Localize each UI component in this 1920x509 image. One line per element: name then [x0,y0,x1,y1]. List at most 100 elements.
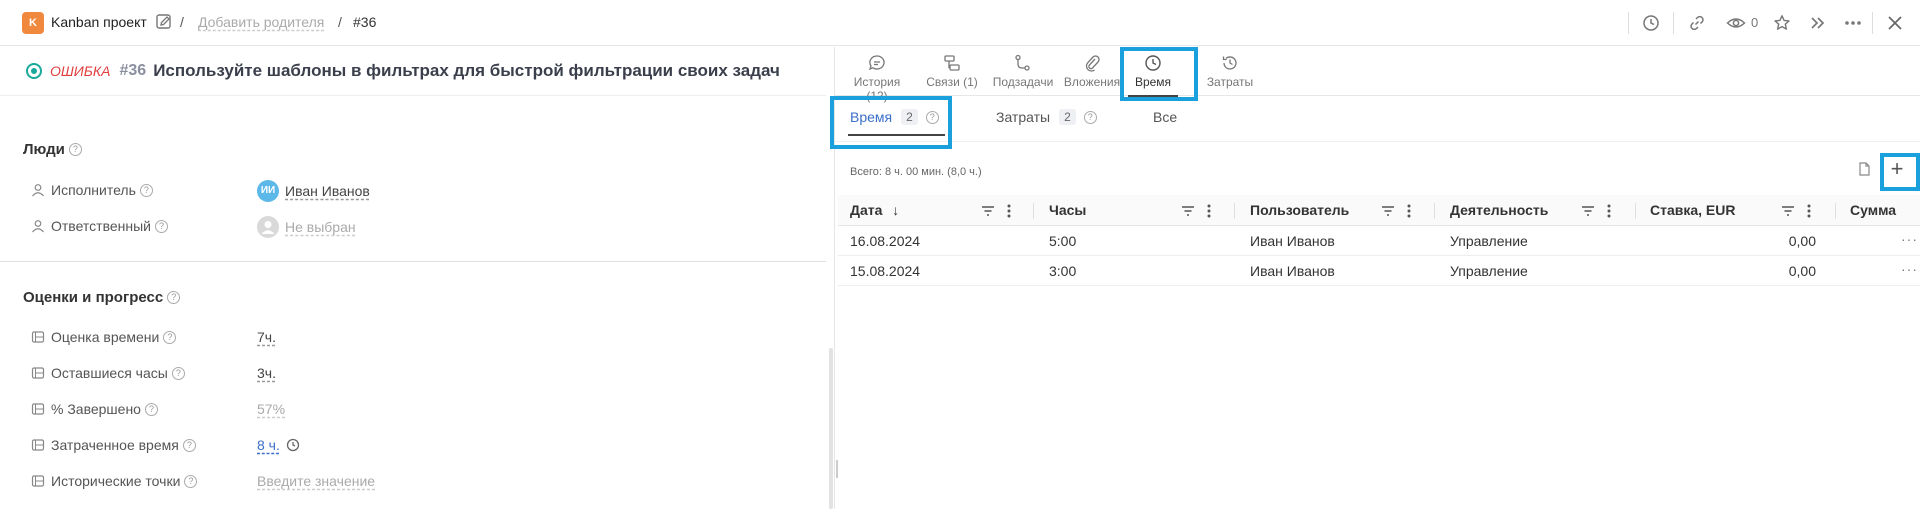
scrollbar[interactable] [829,348,833,509]
done-value[interactable]: 57% [257,401,285,417]
column-activity[interactable]: Деятельность [1450,195,1548,226]
label-text: Затраченное время [51,437,179,453]
filter-icon[interactable] [1580,204,1596,218]
filter-icon[interactable] [1780,204,1796,218]
responsible-value[interactable]: Не выбран [257,216,356,238]
field-label: % Завершено? [51,401,158,417]
sort-arrow-icon[interactable]: ↓ [892,202,899,218]
estimate-value[interactable]: 7ч. [257,329,276,345]
tab-label: Время [1134,75,1172,89]
help-icon[interactable]: ? [184,474,198,488]
chat-icon [868,54,886,72]
column-date[interactable]: Дата ↓ [850,195,899,226]
placeholder-text[interactable]: Введите значение [257,473,375,489]
kebab-icon[interactable] [1806,203,1812,219]
time-entries-table: Дата ↓ Часы Пользователь Деятельность Ст… [838,195,1920,286]
add-time-entry-button[interactable]: + [1882,155,1912,185]
tab-label: Связи (1) [926,75,978,89]
subtab-time[interactable]: Время 2 ? [848,109,945,136]
activity-panel: История (12) Связи (1) Подзадачи Вложени… [835,47,1920,509]
spent-field: Затраченное время? 8 ч. [31,436,591,456]
assignee-value[interactable]: ИИ Иван Иванов [257,180,370,202]
edit-icon[interactable] [155,13,173,31]
double-chevron-icon[interactable] [1807,12,1829,34]
project-badge[interactable]: K [22,12,44,34]
story-points-input[interactable]: Введите значение [257,473,375,489]
table-row[interactable]: 16.08.2024 5:00 Иван Иванов Управление 0… [838,226,1920,256]
relations-icon [943,54,961,72]
value-text[interactable]: 7ч. [257,329,276,345]
help-icon[interactable]: ? [171,366,185,380]
column-rate[interactable]: Ставка, EUR [1650,195,1736,226]
tab-subtasks[interactable]: Подзадачи [990,51,1056,93]
row-more-icon[interactable]: ··· [1901,256,1918,282]
issue-title[interactable]: Используйте шаблоны в фильтрах для быстр… [153,61,780,81]
column-separator[interactable] [1033,203,1034,219]
column-user[interactable]: Пользователь [1250,195,1349,226]
kebab-icon[interactable] [1606,203,1612,219]
cell-user: Иван Иванов [1250,233,1335,249]
column-separator[interactable] [1835,203,1836,219]
tab-relations[interactable]: Связи (1) [924,51,980,93]
issue-type[interactable]: ОШИБКА [50,63,111,79]
help-icon[interactable]: ? [144,402,158,416]
tab-time[interactable]: Время [1128,51,1178,97]
column-sum[interactable]: Сумма [1850,195,1920,226]
tab-attachments[interactable]: Вложения [1061,51,1123,93]
kebab-icon[interactable] [1406,203,1412,219]
issue-ref: #36 [353,14,377,30]
subtab-label: Затраты [996,109,1051,125]
cell-activity: Управление [1450,233,1528,249]
remaining-value[interactable]: 3ч. [257,365,276,381]
more-icon[interactable] [1842,12,1864,34]
assignee-name[interactable]: Иван Иванов [285,183,370,199]
close-icon[interactable] [1884,12,1906,34]
field-label: Исполнитель? [51,182,153,198]
eye-icon[interactable] [1723,12,1749,34]
issue-id: #36 [119,62,147,79]
row-more-icon[interactable]: ··· [1901,226,1918,252]
clock-icon[interactable] [286,438,300,452]
subtab-costs[interactable]: Затраты 2 ? [996,109,1097,125]
field-label: Оставшиеся часы? [51,365,185,381]
spent-value[interactable]: 8 ч. [257,437,300,453]
value-text[interactable]: 8 ч. [257,437,280,453]
link-icon[interactable] [1686,12,1708,34]
help-icon[interactable]: ? [167,291,181,304]
help-icon[interactable]: ? [139,183,153,197]
column-separator[interactable] [1434,203,1435,219]
tab-costs[interactable]: Затраты [1202,51,1258,93]
column-separator[interactable] [1234,203,1235,219]
subtab-all[interactable]: Все [1153,109,1177,125]
kebab-icon[interactable] [1006,203,1012,219]
star-icon[interactable] [1771,12,1793,34]
copy-icon[interactable] [1857,161,1875,179]
add-parent-link[interactable]: Добавить родителя [198,14,324,30]
responsible-name[interactable]: Не выбран [285,219,356,235]
value-text[interactable]: 57% [257,401,285,417]
kebab-icon[interactable] [1206,203,1212,219]
filter-icon[interactable] [980,204,996,218]
project-name-link[interactable]: Kanban проект [51,14,147,30]
help-icon[interactable]: ? [154,219,168,233]
help-icon[interactable]: ? [182,438,196,452]
table-row[interactable]: 15.08.2024 3:00 Иван Иванов Управление 0… [838,256,1920,286]
status-icon[interactable] [26,63,42,79]
help-icon[interactable]: ? [68,143,82,156]
avatar-placeholder [257,216,279,238]
clock-icon[interactable] [1640,12,1662,34]
filter-icon[interactable] [1180,204,1196,218]
breadcrumb-separator: / [338,14,342,30]
column-separator[interactable] [1635,203,1636,219]
tab-history[interactable]: История (12) [842,51,912,103]
tab-label: Подзадачи [992,75,1054,89]
toolbar-divider [1673,12,1674,34]
filter-icon[interactable] [1380,204,1396,218]
cell-hours: 3:00 [1049,263,1077,279]
help-icon[interactable]: ? [925,110,939,124]
column-hours[interactable]: Часы [1049,195,1086,226]
help-icon[interactable]: ? [1083,110,1097,124]
help-icon[interactable]: ? [163,330,177,344]
top-bar: K Kanban проект / Добавить родителя / #3… [0,0,1920,46]
value-text[interactable]: 3ч. [257,365,276,381]
